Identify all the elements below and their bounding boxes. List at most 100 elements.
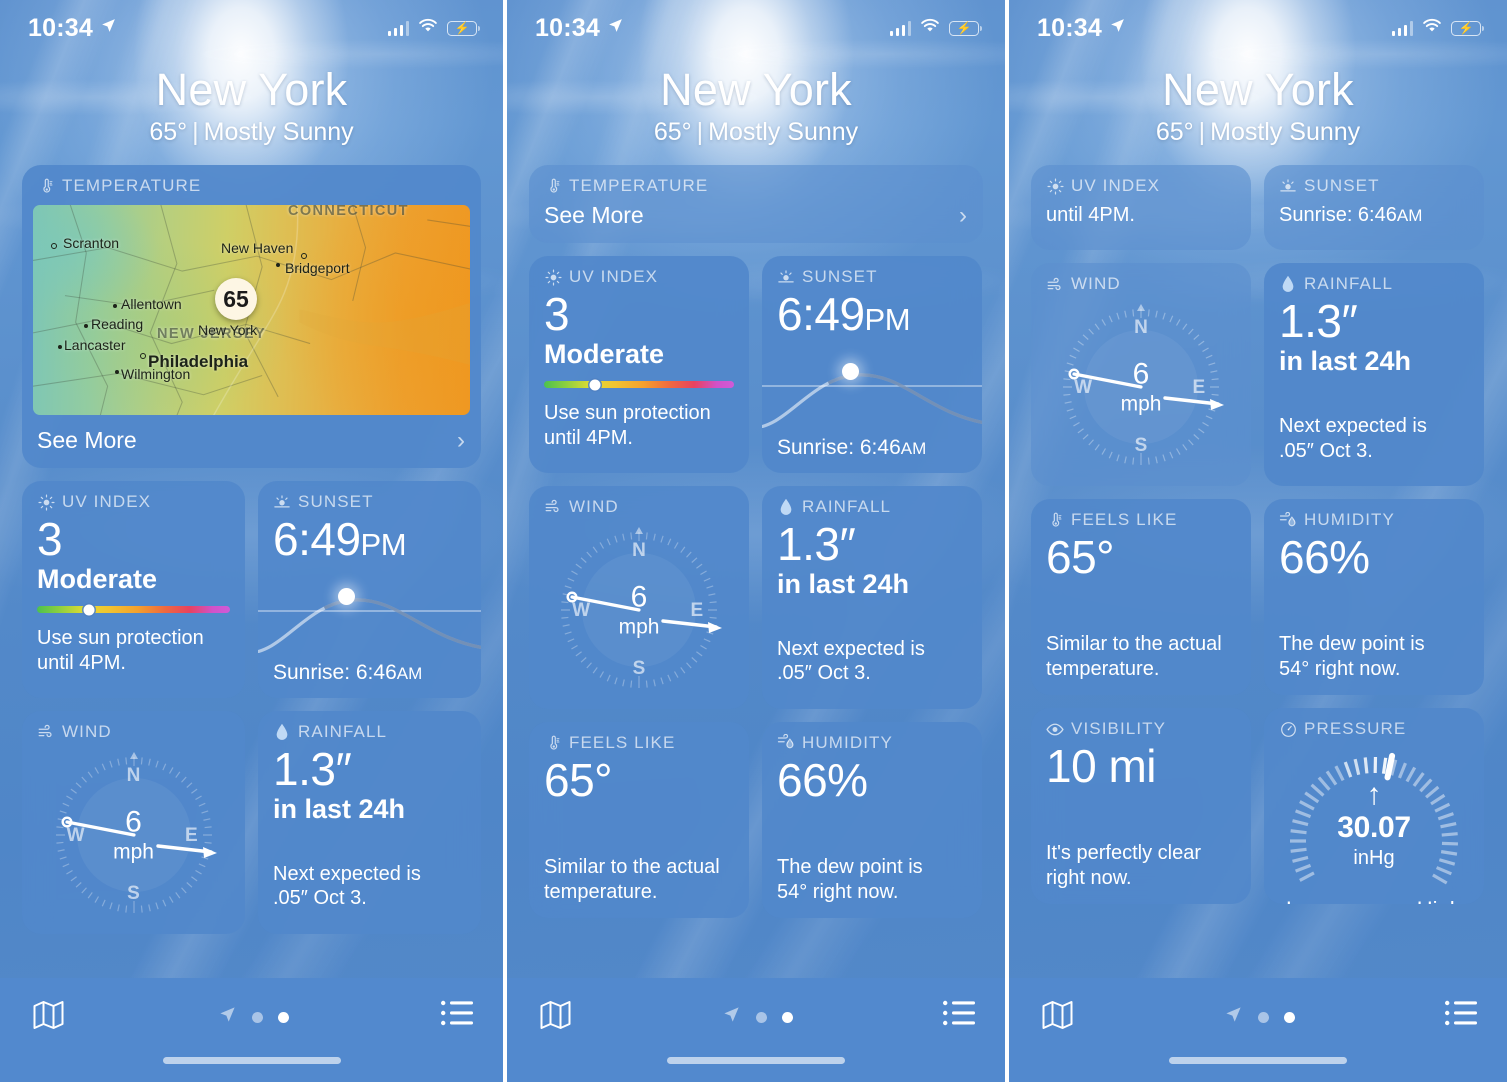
card-temperature[interactable]: TEMPERATURE Scranton New Haven Bridgepor… [22, 165, 481, 468]
card-wind[interactable]: WIND N S W E 6 mph [1031, 263, 1251, 486]
sunrise-period: AM [396, 663, 423, 683]
map-label: Allentown [121, 296, 182, 312]
current-temperature: 65° [1155, 118, 1194, 146]
wind-compass: N S W E 6 mph [1052, 298, 1230, 476]
list-icon[interactable] [441, 1000, 473, 1026]
card-header-humidity: HUMIDITY [762, 722, 982, 753]
page-indicator-3[interactable] [1224, 1005, 1295, 1029]
thermometer-icon [1046, 511, 1064, 529]
compass-east-label: E [1192, 376, 1206, 398]
map-icon[interactable] [1041, 1000, 1074, 1030]
uv-index-description: Use sun protection until 4PM. [529, 401, 749, 464]
condition-text: Mostly Sunny [1210, 118, 1361, 146]
raindrop-icon [777, 498, 795, 516]
wind-compass: N S W E 6 mph [45, 746, 223, 924]
thermometer-icon [544, 177, 562, 195]
card-sunset[interactable]: SUNSET 6:49PM Sunrise: 6:46AM [762, 256, 982, 473]
location-arrow-icon [218, 1005, 237, 1029]
card-feels-like[interactable]: FEELS LIKE 65° Similar to the actual tem… [529, 721, 749, 918]
map-icon[interactable] [32, 1000, 65, 1030]
list-icon[interactable] [943, 1000, 975, 1026]
card-wind[interactable]: WIND N S W E 6 mph [529, 485, 749, 709]
compass-south-label: S [632, 657, 646, 679]
map-label: New York [198, 322, 258, 338]
uv-index-indicator [83, 604, 95, 616]
card-header-uv-index: UV INDEX [22, 481, 245, 512]
city-name: New York [155, 64, 348, 115]
humidity-note-line-1: The dew point is [777, 856, 923, 879]
wind-icon [37, 723, 55, 741]
pressure-readout: ↑ 30.07 inHg [1337, 779, 1411, 868]
card-wind[interactable]: WIND N S W E 6 mph [22, 710, 245, 934]
page-dot[interactable] [1258, 1011, 1269, 1023]
sunset-time-period: PM [864, 302, 911, 337]
map-dot [51, 243, 57, 249]
page-indicator-2[interactable] [722, 1005, 793, 1029]
wind-speed-unit: mph [113, 840, 154, 864]
rainfall-next-line-1: Next expected is [273, 863, 421, 886]
card-uv-index-collapsed[interactable]: UV INDEX until 4PM. [1031, 165, 1251, 250]
card-humidity[interactable]: HUMIDITY 66% The dew point is 54° right … [762, 721, 982, 918]
card-rainfall[interactable]: RAINFALL 1.3″ in last 24h Next expected … [1264, 263, 1484, 486]
card-uv-index[interactable]: UV INDEX 3 Moderate Use sun protection u… [529, 256, 749, 473]
temperature-see-more-row[interactable]: See More › [22, 415, 481, 468]
rainfall-next-line-1: Next expected is [1279, 415, 1427, 438]
card-rainfall[interactable]: RAINFALL 1.3″ in last 24h Next expected … [762, 485, 982, 709]
card-feels-like[interactable]: FEELS LIKE 65° Similar to the actual tem… [1031, 499, 1251, 695]
map-temperature-pin[interactable]: 65 [215, 278, 257, 320]
home-indicator[interactable] [162, 1057, 341, 1064]
conditions-separator: | [696, 118, 704, 146]
rainfall-next-expected: Next expected is .05″ Oct 3. [762, 599, 982, 700]
card-title-uv-index: UV INDEX [1071, 176, 1161, 195]
pressure-gauge: ↑ 30.07 inHg [1279, 745, 1469, 897]
page-dot-active[interactable] [1284, 1011, 1295, 1023]
page-dot[interactable] [251, 1011, 263, 1023]
compass-east-label: E [690, 599, 704, 621]
card-visibility[interactable]: VISIBILITY 10 mi It's perfectly clear ri… [1031, 708, 1251, 904]
city-name: New York [660, 64, 852, 115]
screenshot-root: 10:34 ⚡ New York 65° | Mostly Sunny TEMP… [0, 0, 1507, 1082]
temperature-map[interactable]: Scranton New Haven Bridgeport CONNECTICU… [33, 205, 470, 415]
map-icon[interactable] [539, 1000, 572, 1030]
feels-like-note-line-2: temperature. [1046, 657, 1160, 680]
feels-like-note-line-2: temperature. [544, 880, 658, 903]
rainfall-amount: 1.3″ [777, 517, 856, 570]
uv-index-value: 3 [544, 288, 570, 340]
card-pressure[interactable]: PRESSURE ↑ 30.07 inHg [1264, 708, 1484, 904]
map-dot [140, 353, 146, 359]
map-label: New Haven [221, 240, 294, 256]
card-uv-index[interactable]: UV INDEX 3 Moderate Use sun protection u… [22, 481, 245, 698]
page-dot[interactable] [756, 1011, 767, 1023]
page-indicator-1[interactable] [218, 1005, 289, 1029]
card-sunset-collapsed[interactable]: SUNSET Sunrise: 6:46AM [1264, 165, 1484, 250]
list-icon[interactable] [1445, 1000, 1477, 1026]
home-indicator[interactable] [667, 1057, 845, 1064]
sunrise-partial-text: Sunrise: 6:46AM [1264, 196, 1484, 241]
sunset-time-value: 6:49 [273, 513, 361, 565]
pressure-low-label: Low [1286, 897, 1326, 904]
card-sunset[interactable]: SUNSET 6:49PM Sunrise: 6:46AM [258, 481, 481, 698]
location-header: New York 65° | Mostly Sunny [0, 56, 503, 147]
location-arrow-icon [100, 17, 117, 39]
rainfall-next-expected: Next expected is .05″ Oct 3. [1264, 376, 1484, 477]
sun-icon [544, 268, 562, 286]
humidity-icon [777, 734, 795, 752]
status-bar: 10:34 ⚡ [0, 0, 503, 56]
card-header-uv-index: UV INDEX [529, 256, 749, 287]
humidity-note: The dew point is 54° right now. [1264, 632, 1440, 695]
temperature-see-more-row[interactable]: See More › [529, 196, 983, 243]
rainfall-amount: 1.3″ [1279, 295, 1358, 347]
sunset-time-period: PM [360, 527, 407, 562]
page-dot-active[interactable] [277, 1011, 289, 1023]
rainfall-next-line-2: .05″ Oct 3. [273, 887, 367, 910]
compass-north-label: N [126, 765, 141, 787]
card-temperature-collapsed[interactable]: TEMPERATURE See More › [529, 165, 983, 243]
wind-icon [1046, 275, 1064, 293]
bottom-toolbar-2 [507, 978, 1005, 1082]
sunrise-label: Sunrise: 6:46 [1279, 204, 1397, 226]
home-indicator[interactable] [1169, 1057, 1347, 1064]
page-dot-active[interactable] [782, 1011, 793, 1023]
card-rainfall[interactable]: RAINFALL 1.3″ in last 24h Next expected … [258, 710, 481, 934]
chevron-right-icon: › [457, 426, 465, 454]
card-humidity[interactable]: HUMIDITY 66% The dew point is 54° right … [1264, 499, 1484, 695]
